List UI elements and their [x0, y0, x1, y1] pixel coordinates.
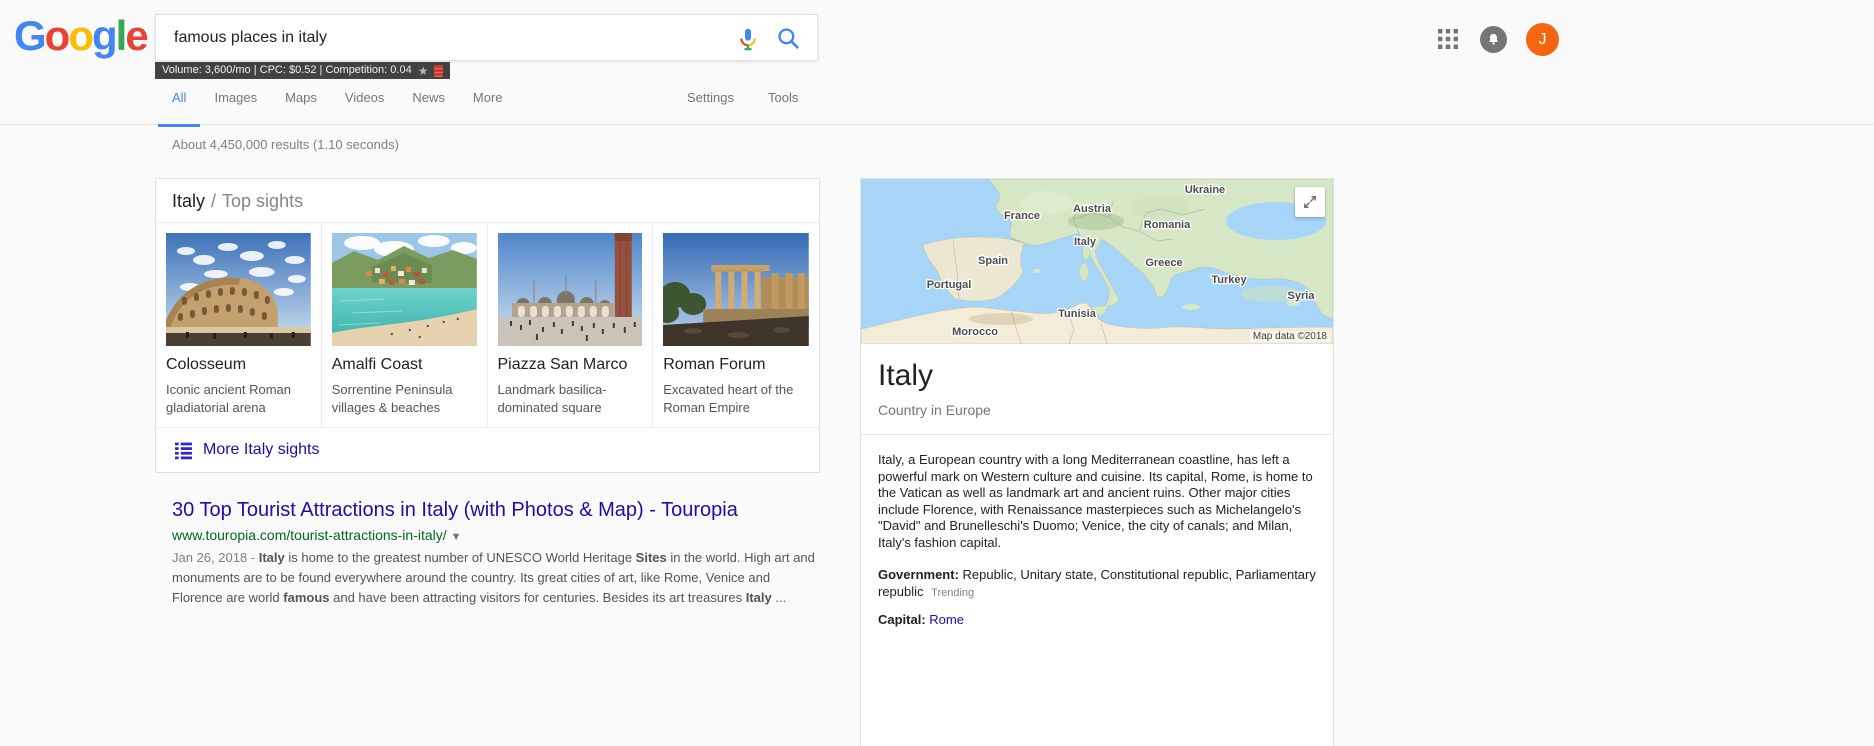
- list-icon: [175, 442, 192, 459]
- keywords-everywhere-icon[interactable]: [434, 64, 444, 77]
- sight-card-roman-forum[interactable]: Roman Forum Excavated heart of the Roman…: [653, 223, 819, 427]
- tab-news[interactable]: News: [398, 90, 459, 127]
- notifications-bell-icon[interactable]: [1480, 26, 1507, 53]
- tab-all[interactable]: All: [158, 90, 201, 127]
- logo-letter: G: [14, 12, 47, 59]
- map-label-austria: Austria: [1073, 203, 1112, 215]
- results-stats: About 4,450,000 results (1.10 seconds): [172, 137, 399, 152]
- map-attribution: Map data ©2018: [1249, 331, 1330, 342]
- search-box[interactable]: [155, 14, 818, 61]
- map-label-turkey: Turkey: [1211, 274, 1247, 286]
- sight-name[interactable]: Piazza San Marco: [498, 356, 643, 374]
- sight-name[interactable]: Colosseum: [166, 356, 311, 374]
- logo-letter: l: [115, 12, 128, 59]
- google-logo[interactable]: Google: [14, 12, 149, 60]
- search-input[interactable]: [174, 15, 714, 60]
- map-label-portugal: Portugal: [927, 279, 972, 291]
- top-sights-subtitle: Top sights: [222, 191, 304, 211]
- tab-more[interactable]: More: [459, 90, 517, 127]
- sight-description: Sorrentine Peninsula villages & beaches: [331, 382, 453, 415]
- google-apps-icon[interactable]: [1438, 29, 1458, 49]
- tab-images[interactable]: Images: [200, 90, 271, 127]
- map-label-romania: Romania: [1144, 219, 1191, 231]
- sight-description: Iconic ancient Roman gladiatorial arena: [166, 382, 292, 415]
- capital-link[interactable]: Rome: [929, 612, 964, 627]
- result-url: www.touropia.com/tourist-attractions-in-…: [172, 527, 447, 543]
- tabs-right-group: Settings Tools: [687, 90, 798, 105]
- map-label-greece: Greece: [1145, 257, 1182, 269]
- map-label-spain: Spain: [978, 255, 1008, 267]
- profile-avatar[interactable]: J: [1526, 23, 1559, 56]
- organic-result: 30 Top Tourist Attractions in Italy (wit…: [172, 497, 816, 608]
- logo-letter: o: [44, 12, 71, 59]
- map-label-ukraine: Ukraine: [1185, 184, 1225, 196]
- map-label-syria: Syria: [1288, 290, 1316, 302]
- search-tabs: All Images Maps Videos News More: [158, 90, 517, 127]
- knowledge-panel-facts: Government: Republic, Unitary state, Con…: [861, 551, 1333, 643]
- settings-menu[interactable]: Settings: [687, 90, 734, 105]
- fact-capital: Capital: Rome: [878, 611, 1316, 628]
- trending-badge: Trending: [931, 587, 975, 599]
- top-sights-title[interactable]: Italy: [172, 191, 205, 211]
- top-sights-header: Italy / Top sights: [156, 179, 819, 223]
- avatar-initial: J: [1538, 30, 1547, 48]
- sight-card-amalfi-coast[interactable]: Amalfi Coast Sorrentine Peninsula villag…: [322, 223, 488, 427]
- keyword-metrics-text: Volume: 3,600/mo | CPC: $0.52 | Competit…: [162, 64, 412, 76]
- sight-description: Excavated heart of the Roman Empire: [663, 382, 794, 415]
- map-label-morocco: Morocco: [952, 326, 998, 338]
- knowledge-panel-description: Italy, a European country with a long Me…: [878, 452, 1313, 550]
- more-italy-sights-label[interactable]: More Italy sights: [203, 441, 319, 459]
- sight-card-piazza-san-marco[interactable]: Piazza San Marco Landmark basilica-domin…: [488, 223, 654, 427]
- knowledge-panel-subtitle: Country in Europe: [878, 402, 991, 418]
- piazza-san-marco-thumbnail: [497, 233, 643, 346]
- top-sights-row: Colosseum Iconic ancient Roman gladiator…: [156, 223, 819, 427]
- result-options-caret-icon[interactable]: ▼: [451, 531, 462, 543]
- knowledge-panel-title: Italy: [878, 359, 934, 392]
- colosseum-thumbnail: [166, 233, 311, 346]
- top-sights-separator: /: [211, 191, 217, 211]
- map-label-italy: Italy: [1074, 236, 1097, 248]
- amalfi-coast-thumbnail: [331, 233, 477, 346]
- knowledge-panel-header: Italy Country in Europe: [861, 344, 1333, 434]
- knowledge-panel: Ukraine Austria France Romania Italy Spain Gre…: [860, 178, 1334, 746]
- map-label-tunisia: Tunisia: [1058, 308, 1097, 320]
- sight-name[interactable]: Amalfi Coast: [332, 356, 477, 374]
- result-snippet: Jan 26, 2018 - Italy is home to the grea…: [172, 550, 815, 605]
- fact-label: Government:: [878, 567, 959, 582]
- tools-menu[interactable]: Tools: [768, 90, 798, 105]
- favorite-star-icon[interactable]: ★: [418, 65, 429, 77]
- top-sights-card: Italy / Top sights Colosseum Iconic anci…: [155, 178, 820, 473]
- result-url-row: www.touropia.com/tourist-attractions-in-…: [172, 527, 816, 543]
- result-title-link[interactable]: 30 Top Tourist Attractions in Italy (wit…: [172, 497, 816, 523]
- map-label-france: France: [1004, 210, 1040, 222]
- google-serp-page: Google Volume: 3,600/mo | CPC: $0.52 | C…: [0, 0, 1874, 746]
- sight-description: Landmark basilica-dominated square: [497, 382, 607, 415]
- tab-videos[interactable]: Videos: [331, 90, 399, 127]
- more-italy-sights-button[interactable]: More Italy sights: [156, 427, 819, 472]
- tab-maps[interactable]: Maps: [271, 90, 331, 127]
- map-expand-icon[interactable]: [1295, 187, 1325, 217]
- roman-forum-thumbnail: [663, 233, 809, 346]
- keywords-everywhere-bar: Volume: 3,600/mo | CPC: $0.52 | Competit…: [155, 62, 451, 79]
- logo-letter: e: [125, 12, 148, 59]
- logo-letter: o: [68, 12, 94, 59]
- fact-label: Capital:: [878, 612, 926, 627]
- fact-government: Government: Republic, Unitary state, Con…: [878, 566, 1316, 602]
- knowledge-panel-map[interactable]: Ukraine Austria France Romania Italy Spain Gre…: [861, 179, 1333, 344]
- logo-letter: g: [91, 12, 118, 59]
- sight-name[interactable]: Roman Forum: [663, 356, 809, 374]
- europe-map: Ukraine Austria France Romania Italy Spain Gre…: [861, 179, 1333, 344]
- search-icon[interactable]: [775, 25, 801, 51]
- sight-card-colosseum[interactable]: Colosseum Iconic ancient Roman gladiator…: [156, 223, 322, 427]
- voice-search-icon[interactable]: [735, 26, 761, 52]
